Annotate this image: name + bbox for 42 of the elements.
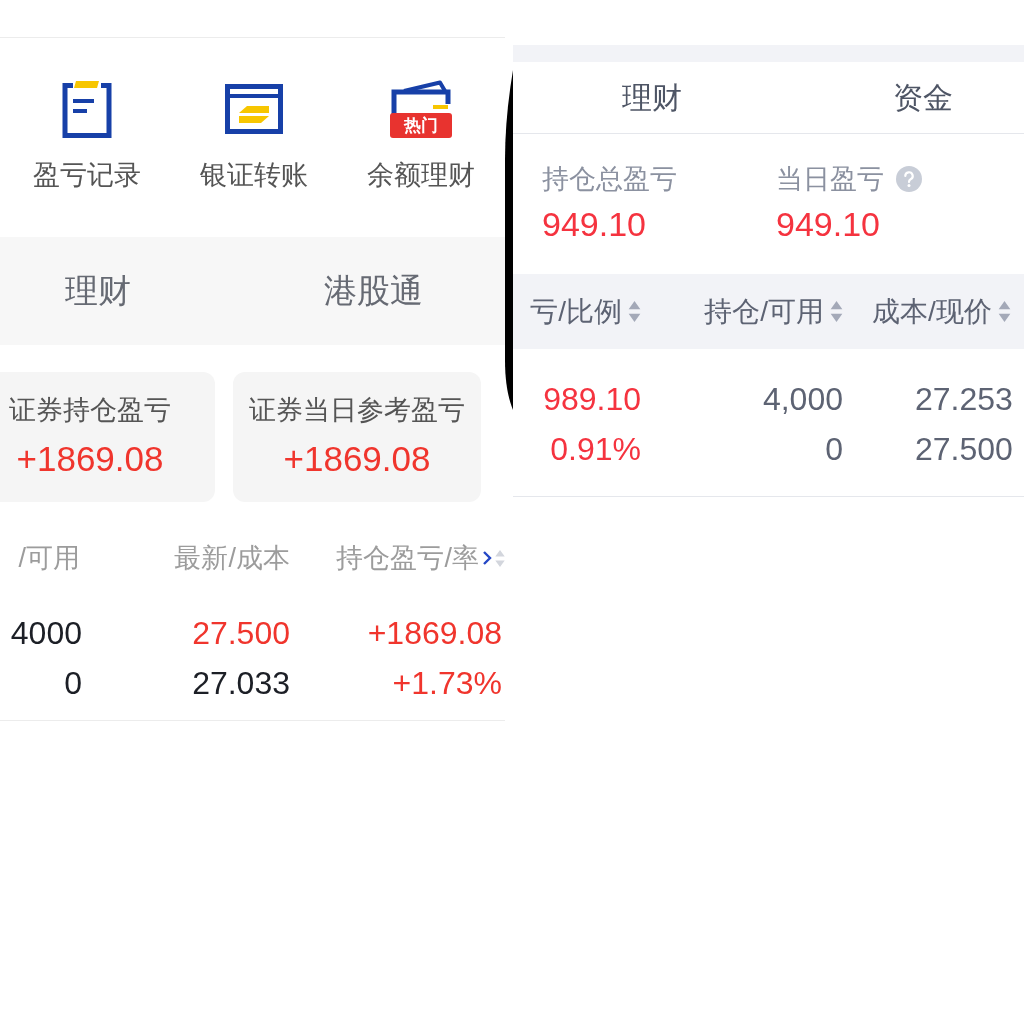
cell-value: +1.73%: [392, 664, 502, 703]
profit-value: 949.10: [542, 204, 647, 244]
shortcut-button[interactable]: 盈亏记录: [3, 79, 171, 191]
summary-label: 持仓总盈亏: [542, 163, 677, 196]
cell-value: 27.500: [192, 614, 290, 653]
card-label: 证券当日参考盈亏: [249, 394, 465, 426]
cell-value: 27.033: [192, 664, 290, 703]
profit-value: 949.10: [776, 204, 881, 244]
shortcut-button[interactable]: 热门 余额理财: [337, 79, 505, 191]
card-label: 证券持仓盈亏: [9, 394, 171, 426]
transfer-card-icon: [225, 84, 283, 134]
column-header: 亏/比例: [530, 294, 622, 329]
chevron-right-icon[interactable]: [482, 550, 492, 566]
cell-value: 4000: [10, 614, 82, 653]
column-header: 持仓盈亏/率: [336, 542, 479, 574]
column-header: 成本/现价: [872, 294, 992, 329]
hot-badge: 热门: [390, 113, 453, 138]
clipboard-icon: [61, 80, 112, 138]
sort-icon[interactable]: [628, 301, 641, 322]
shortcut-button[interactable]: 银证转账: [170, 79, 338, 191]
profit-value: +1869.08: [283, 439, 431, 479]
sort-icon[interactable]: [830, 301, 843, 322]
cell-value: +1869.08: [367, 614, 502, 653]
column-header: 持仓/可用: [704, 294, 824, 329]
wallet-icon: [391, 80, 452, 114]
cell-value: 27.500: [915, 430, 1013, 469]
column-header: /可用: [18, 542, 80, 574]
tab[interactable]: 理财: [513, 77, 791, 118]
cell-value: 989.10: [543, 380, 641, 419]
tab[interactable]: 资金: [791, 77, 1024, 118]
help-icon[interactable]: [896, 166, 922, 192]
tab[interactable]: 理财: [0, 271, 196, 311]
column-header: 最新/成本: [174, 542, 290, 574]
cell-value: 0.91%: [550, 430, 641, 469]
sort-icon[interactable]: [997, 301, 1011, 322]
summary-label: 当日盈亏: [776, 163, 884, 196]
tab[interactable]: 港股通: [196, 271, 505, 311]
cell-value: 4,000: [762, 380, 843, 419]
cell-value: 0: [64, 664, 82, 703]
profit-value: +1869.08: [16, 439, 164, 479]
cell-value: 27.253: [915, 380, 1013, 419]
cell-value: 0: [825, 430, 843, 469]
